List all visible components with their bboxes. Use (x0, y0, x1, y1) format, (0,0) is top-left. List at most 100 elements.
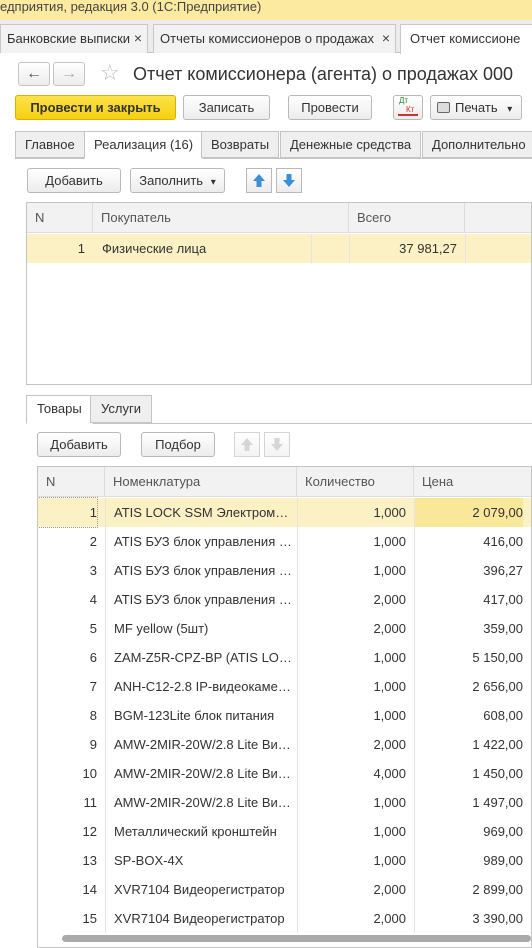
column-header-quantity[interactable]: Количество (297, 467, 414, 497)
tab-bank-statements[interactable]: Банковские выписки × (0, 24, 148, 53)
price-cell: 5 150,00 (472, 650, 523, 665)
buyer-cell: Физические лица (102, 241, 207, 256)
quantity-cell: 2,000 (373, 592, 406, 607)
quantity-cell: 2,000 (373, 882, 406, 897)
move-up-button[interactable] (234, 432, 260, 457)
row-number: 15 (82, 911, 97, 926)
price-cell: 2 899,00 (472, 882, 523, 897)
horizontal-scrollbar[interactable] (62, 935, 531, 942)
back-button[interactable]: ← (18, 62, 50, 86)
price-cell: 2 079,00 (414, 498, 523, 527)
table-row[interactable]: 13 SP-BOX-4X 1,000 989,00 (38, 846, 531, 875)
arrow-up-icon (253, 174, 265, 187)
table-row[interactable]: 6 ZAM-Z5R-CPZ-BP (ATIS LOCK) 1,000 5 150,00 (38, 643, 531, 672)
forward-button[interactable]: → (53, 62, 85, 86)
chevron-down-icon: ▾ (210, 177, 216, 188)
quantity-cell: 1,000 (373, 708, 406, 723)
window-title: едприятия, редакция 3.0 (1С:Предприятие) (0, 0, 262, 14)
row-number: 3 (89, 563, 97, 578)
column-header-price[interactable]: Цена (414, 467, 531, 497)
arrow-up-icon (241, 438, 253, 451)
table-row[interactable]: 2 ATIS БУЗ блок управления замком 1,000 416… (38, 527, 531, 556)
item-cell: AMW-2MIR-20W/2.8 Lite Видеокамера (114, 766, 292, 781)
move-up-button[interactable] (246, 168, 272, 193)
quantity-cell: 1,000 (373, 650, 406, 665)
favorite-star-icon[interactable]: ☆ (100, 60, 120, 86)
tab-sales[interactable]: Реализация (16) (84, 131, 204, 159)
move-down-button[interactable] (276, 168, 302, 193)
close-icon[interactable]: × (382, 25, 390, 52)
post-and-close-button[interactable]: Провести и закрыть (15, 95, 176, 120)
print-label: Печать (455, 100, 498, 115)
item-cell: BGM-123Lite блок питания (114, 708, 275, 723)
tab-label: Отчет комиссионе (410, 31, 521, 46)
table-row[interactable]: 10 AMW-2MIR-20W/2.8 Lite Видеокамера 4,000… (38, 759, 531, 788)
total-cell: 37 981,27 (399, 241, 457, 256)
item-cell: AMW-2MIR-20W/2.8 Lite Видеокамера (114, 737, 292, 752)
table-row[interactable]: 5 MF yellow (5шт) 2,000 359,00 (38, 614, 531, 643)
table-row[interactable]: 9 AMW-2MIR-20W/2.8 Lite Видеокамера 2,000 1… (38, 730, 531, 759)
tab-commission-reports[interactable]: Отчеты комиссионеров о продажах × (153, 24, 396, 53)
chevron-down-icon: ▾ (507, 104, 513, 115)
row-number: 5 (89, 621, 97, 636)
price-cell: 359,00 (483, 621, 523, 636)
buyers-table: N Покупатель Всего 1 Физические лица 37 … (26, 202, 532, 385)
table-row[interactable]: 3 ATIS БУЗ блок управления замком 1,000 396… (38, 556, 531, 585)
row-number: 7 (89, 679, 97, 694)
tab-services[interactable]: Услуги (90, 395, 152, 423)
item-cell: XVR7104 Видеорегистратор (114, 882, 285, 897)
column-header-n[interactable]: N (38, 467, 105, 497)
item-cell: SP-BOX-4X (114, 853, 184, 868)
dt-kt-button[interactable]: Дт Кт (393, 95, 423, 120)
table-row[interactable]: 14 XVR7104 Видеорегистратор 2,000 2 899,00 (38, 875, 531, 904)
pick-button[interactable]: Подбор (141, 432, 215, 457)
tab-commission-report-current[interactable]: Отчет комиссионе (400, 24, 532, 54)
table-row[interactable]: 12 Металлический кронштейн 1,000 969,00 (38, 817, 531, 846)
tab-goods[interactable]: Товары (26, 395, 93, 424)
row-number: 9 (89, 737, 97, 752)
table-row[interactable]: 15 XVR7104 Видеорегистратор 2,000 3 390,00 (38, 904, 531, 933)
quantity-cell: 1,000 (373, 563, 406, 578)
column-header-total[interactable]: Всего (349, 203, 465, 233)
price-cell: 417,00 (483, 592, 523, 607)
tab-returns[interactable]: Возвраты (201, 131, 280, 158)
price-cell: 2 656,00 (472, 679, 523, 694)
tab-main[interactable]: Главное (15, 131, 85, 158)
table-row[interactable]: 1 Физические лица 37 981,27 (27, 234, 531, 263)
item-cell: AMW-2MIR-20W/2.8 Lite Видеокамера (114, 795, 292, 810)
column-header-item[interactable]: Номенклатура (105, 467, 297, 497)
close-icon[interactable]: × (134, 25, 142, 52)
column-header-buyer[interactable]: Покупатель (93, 203, 349, 233)
move-down-button[interactable] (264, 432, 290, 457)
row-number: 14 (82, 882, 97, 897)
subtabs-divider (26, 423, 532, 424)
item-cell: ATIS БУЗ блок управления замком (114, 534, 292, 549)
document-title: Отчет комиссионера (агента) о продажах 0… (133, 64, 513, 84)
row-number: 12 (82, 824, 97, 839)
price-cell: 969,00 (483, 824, 523, 839)
item-cell: ATIS LOCK SSM Электромагнитный замок (114, 505, 292, 520)
post-button[interactable]: Провести (288, 95, 372, 120)
fill-button[interactable]: Заполнить ▾ (130, 168, 225, 193)
quantity-cell: 2,000 (373, 621, 406, 636)
row-number: 8 (89, 708, 97, 723)
table-row[interactable]: 4 ATIS БУЗ блок управления замком 2,000 417… (38, 585, 531, 614)
tab-money[interactable]: Денежные средства (280, 131, 422, 158)
table-row[interactable]: 1 ATIS LOCK SSM Электромагнитный замок 1,0… (38, 497, 531, 528)
print-button[interactable]: Печать ▾ (430, 95, 522, 120)
printer-icon (437, 102, 450, 113)
add-buyer-button[interactable]: Добавить (27, 168, 121, 193)
column-header-n[interactable]: N (27, 203, 93, 233)
item-cell: Металлический кронштейн (114, 824, 277, 839)
window-title-bar: едприятия, редакция 3.0 (1С:Предприятие) (0, 0, 532, 20)
row-number: 13 (82, 853, 97, 868)
tab-additional[interactable]: Дополнительно (422, 131, 532, 158)
add-goods-button[interactable]: Добавить (37, 432, 121, 457)
save-button[interactable]: Записать (183, 95, 270, 120)
quantity-cell: 1,000 (373, 824, 406, 839)
table-row[interactable]: 8 BGM-123Lite блок питания 1,000 608,00 (38, 701, 531, 730)
table-row[interactable]: 7 ANH-C12-2.8 IP-видеокамера 1,000 2 656,00 (38, 672, 531, 701)
goods-table: N Номенклатура Количество Цена 1 ATIS LOC… (37, 466, 532, 948)
table-row[interactable]: 11 AMW-2MIR-20W/2.8 Lite Видеокамера 1,000… (38, 788, 531, 817)
row-number: 2 (89, 534, 97, 549)
